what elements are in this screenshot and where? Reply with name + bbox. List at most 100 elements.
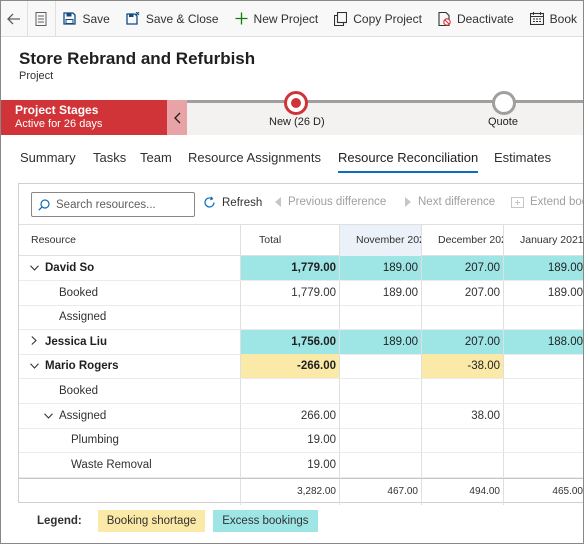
search-box[interactable]: [31, 192, 195, 217]
total-cell: 1,779.00: [240, 280, 339, 305]
column-header-total[interactable]: Total: [240, 225, 339, 256]
november-cell: [339, 452, 421, 477]
deactivate-button[interactable]: Deactivate: [430, 1, 522, 37]
total-cell: 19.00: [240, 428, 339, 453]
entity-type: Project: [19, 70, 54, 82]
december-cell: -38.00: [421, 354, 503, 379]
december-cell: [421, 428, 503, 453]
new-project-label: New Project: [253, 11, 319, 26]
grid-header: Resource Total November 2020 December 20…: [19, 224, 583, 256]
collapse-stages-button[interactable]: [167, 100, 187, 135]
booking-type-row[interactable]: Booked 1,779.00 189.00 207.00 189.00: [19, 280, 583, 306]
resource-name: Assigned: [59, 409, 107, 422]
chevron-down-icon[interactable]: [27, 256, 41, 280]
grid-totals-row: 3,282.00 467.00 494.00 465.00: [19, 478, 583, 505]
triangle-right-icon: [405, 197, 411, 207]
stage-new-node[interactable]: [284, 91, 308, 115]
refresh-button[interactable]: Refresh: [203, 196, 262, 209]
january-cell: 189.00: [503, 280, 583, 305]
active-stage-dot: [291, 98, 301, 108]
tab-resource-reconciliation[interactable]: Resource Reconciliation: [338, 150, 478, 165]
december-cell: [421, 452, 503, 477]
extend-icon: [511, 197, 524, 208]
stage-new-label[interactable]: New (26 D): [269, 116, 325, 128]
resource-name: Plumbing: [71, 434, 119, 447]
december-cell: [421, 379, 503, 403]
previous-difference-button[interactable]: Previous difference: [275, 196, 386, 208]
november-cell: 189.00: [339, 280, 421, 305]
grid-toolbar: Refresh Previous difference Next differe…: [19, 184, 584, 224]
stage-quote-node[interactable]: [492, 91, 516, 115]
totals-december-cell: 494.00: [421, 479, 503, 505]
november-cell: [339, 403, 421, 428]
tab-estimates[interactable]: Estimates: [494, 150, 551, 165]
role-row[interactable]: Plumbing 19.00: [19, 428, 583, 454]
back-arrow-icon: [7, 13, 20, 24]
january-cell: 188.00: [503, 329, 583, 354]
new-project-button[interactable]: New Project: [227, 1, 327, 37]
next-difference-label: Next difference: [418, 196, 496, 208]
december-cell: 38.00: [421, 403, 503, 428]
stage-quote-label[interactable]: Quote: [488, 116, 518, 128]
january-cell: [503, 305, 583, 330]
previous-difference-label: Previous difference: [288, 196, 387, 208]
totals-january-cell: 465.00: [503, 479, 583, 505]
extend-bookings-button[interactable]: Extend boo: [511, 196, 584, 208]
tab-team[interactable]: Team: [140, 150, 172, 165]
totals-total-cell: 3,282.00: [240, 479, 339, 505]
resource-name: Assigned: [59, 311, 107, 324]
back-button[interactable]: [1, 1, 28, 37]
column-header-november-2020[interactable]: November 2020: [339, 225, 421, 256]
book-button[interactable]: Book: [522, 1, 583, 37]
chevron-left-icon: [173, 112, 180, 123]
total-cell: 19.00: [240, 452, 339, 477]
role-row[interactable]: Waste Removal 19.00: [19, 452, 583, 478]
legend-excess-bookings: Excess bookings: [213, 510, 318, 532]
booking-type-row[interactable]: Assigned: [19, 305, 583, 331]
tab-summary[interactable]: Summary: [20, 150, 76, 165]
totals-label-cell: [19, 479, 240, 505]
process-flag-duration: Active for 26 days: [15, 118, 103, 130]
reconciliation-grid-panel: Refresh Previous difference Next differe…: [18, 183, 584, 505]
calendar-icon: [529, 12, 544, 25]
december-cell: [421, 305, 503, 330]
chevron-right-icon[interactable]: [27, 330, 41, 354]
save-button[interactable]: Save: [55, 1, 117, 37]
resource-row[interactable]: Jessica Liu 1,756.00 189.00 207.00 188.00: [19, 329, 583, 355]
booking-type-row[interactable]: Booked: [19, 379, 583, 404]
november-cell: [339, 305, 421, 330]
next-difference-button[interactable]: Next difference: [405, 196, 495, 208]
save-icon: [63, 12, 77, 25]
column-header-december-2020[interactable]: December 2020: [421, 225, 503, 256]
deactivate-label: Deactivate: [456, 11, 514, 26]
november-cell: [339, 379, 421, 403]
form-tabs: Summary Tasks Team Resource Assignments …: [1, 147, 583, 173]
copy-project-button[interactable]: Copy Project: [326, 1, 430, 37]
column-header-january-2021[interactable]: January 2021: [503, 225, 583, 256]
stage-track: [187, 100, 583, 103]
legend: Legend: Booking shortage Excess bookings: [19, 509, 326, 533]
resource-row[interactable]: David So 1,779.00 189.00 207.00 189.00: [19, 256, 583, 281]
tab-resource-assignments[interactable]: Resource Assignments: [188, 150, 321, 165]
chevron-down-icon[interactable]: [41, 404, 55, 428]
december-cell: 207.00: [421, 256, 503, 280]
process-flag[interactable]: Project Stages Active for 26 days: [1, 100, 167, 135]
november-cell: [339, 354, 421, 379]
january-cell: [503, 428, 583, 453]
process-flag-title: Project Stages: [15, 103, 99, 117]
extend-bookings-label: Extend boo: [530, 196, 584, 208]
january-cell: [503, 379, 583, 403]
tab-tasks[interactable]: Tasks: [93, 150, 126, 165]
form-view-button[interactable]: [28, 1, 55, 37]
booking-type-row[interactable]: Assigned 266.00 38.00: [19, 403, 583, 429]
resource-cell: Mario Rogers: [19, 354, 240, 378]
chevron-down-icon[interactable]: [27, 354, 41, 378]
search-input[interactable]: [56, 198, 176, 211]
resource-cell: Jessica Liu: [19, 330, 240, 354]
column-header-resource[interactable]: Resource: [19, 225, 240, 256]
save-close-button[interactable]: Save & Close: [118, 1, 227, 37]
resource-row[interactable]: Mario Rogers -266.00 -38.00: [19, 354, 583, 380]
resource-cell: Waste Removal: [19, 453, 240, 477]
copy-project-label: Copy Project: [353, 11, 422, 26]
total-cell: 266.00: [240, 403, 339, 428]
